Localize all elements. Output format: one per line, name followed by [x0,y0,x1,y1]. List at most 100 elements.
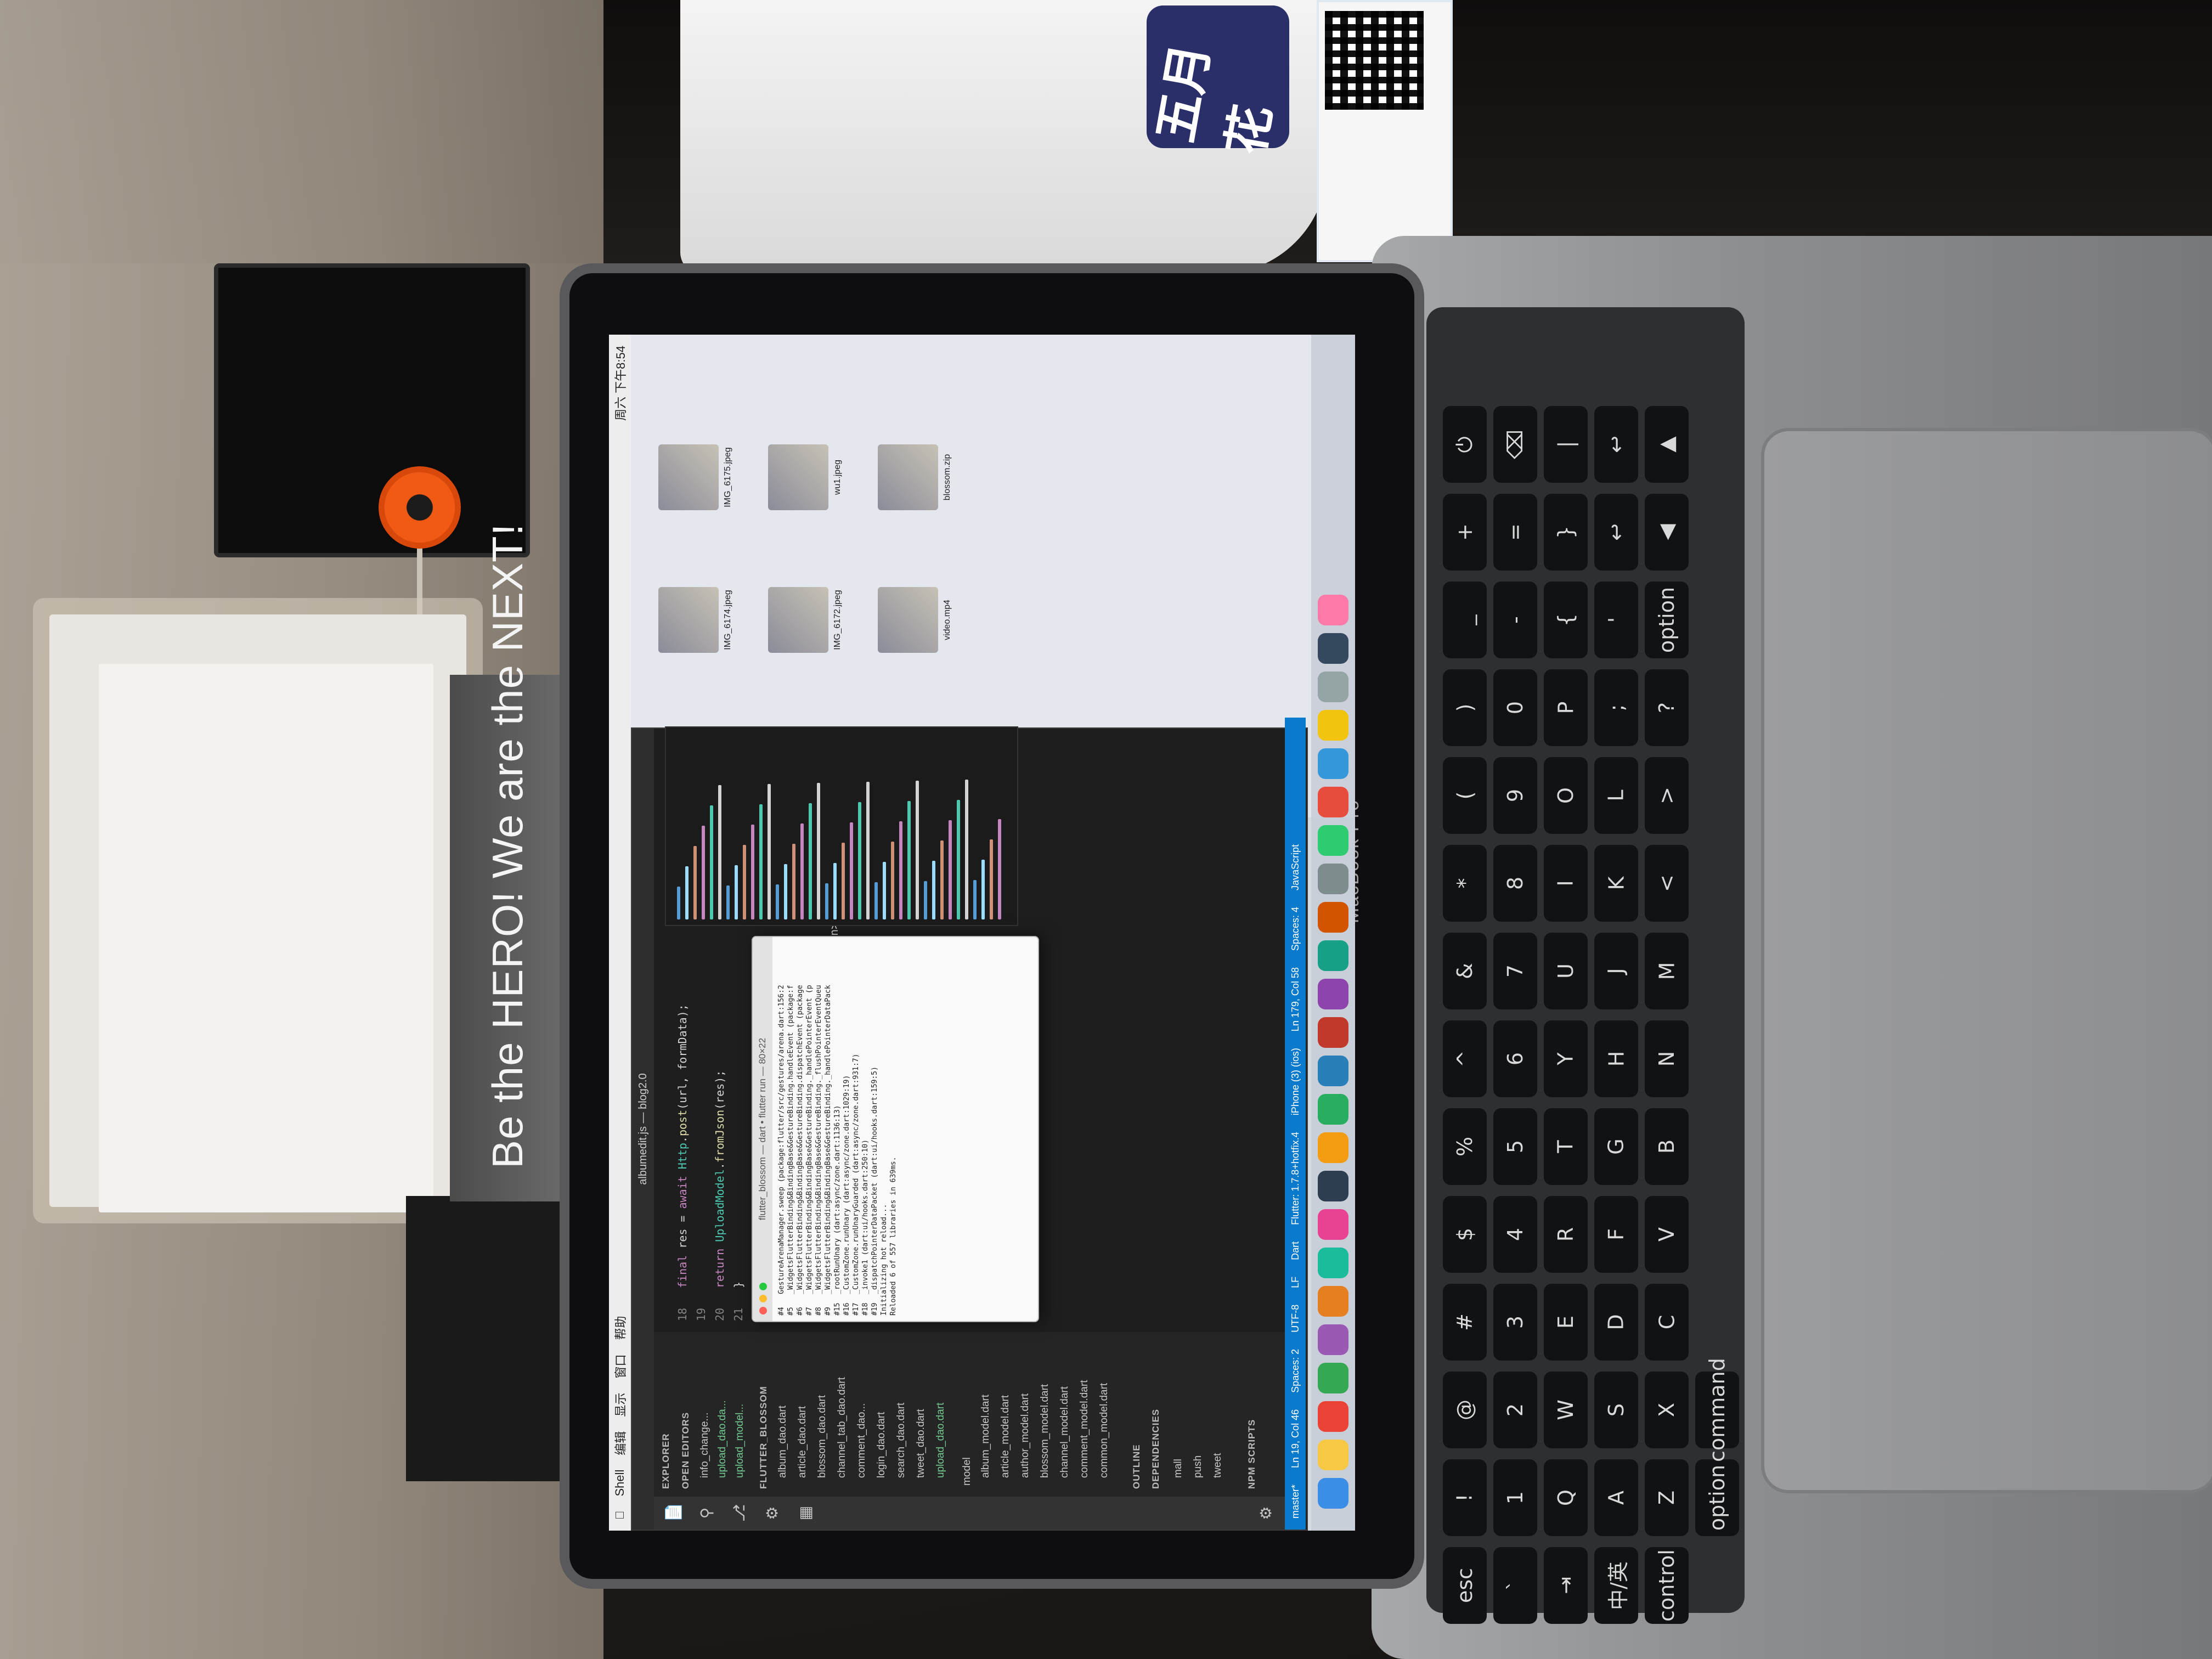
npm-script-item[interactable]: mall [1172,1459,1184,1478]
outline-section[interactable]: OUTLINE [1131,1444,1142,1489]
keyboard-key[interactable]: option [1695,1459,1739,1536]
app-icon[interactable] [1318,864,1348,894]
keyboard-key[interactable]: 5 [1493,1108,1537,1185]
file-thumbnail[interactable] [768,587,828,653]
app-icon[interactable] [1318,1171,1348,1201]
file-item[interactable]: comment_dao... [856,1403,868,1478]
npm-script-item[interactable]: tweet [1212,1453,1224,1478]
keyboard-key[interactable]: command [1695,1358,1739,1462]
keyboard-key[interactable]: < [1645,845,1689,922]
file-thumbnail[interactable] [768,444,828,510]
app-icon[interactable] [1318,1209,1348,1240]
keyboard-key[interactable]: ? [1645,669,1689,746]
open-editor-item[interactable]: upload_model... [734,1404,746,1478]
file-name[interactable]: IMG_6174.jpeg [723,579,733,661]
file-item[interactable]: upload_dao.dart [935,1403,947,1478]
keyboard-key[interactable]: 8 [1493,845,1537,922]
keyboard-key[interactable]: 3 [1493,1284,1537,1361]
app-icon[interactable] [1318,1286,1348,1317]
app-icon[interactable] [1318,787,1348,817]
keyboard-key[interactable]: P [1544,669,1588,746]
file-item[interactable]: channel_tab_dao.dart [836,1377,848,1478]
model-file-item[interactable]: comment_model.dart [1079,1380,1091,1478]
file-thumbnail[interactable] [658,587,719,653]
keyboard-key[interactable]: E [1544,1284,1588,1361]
indent-setting[interactable]: Spaces: 2 [1290,1349,1301,1393]
language-mode[interactable]: Dart [1290,1242,1301,1260]
menubar-clock[interactable]: 周六 下午8:54 [611,346,629,421]
keyboard-key[interactable]: ⇥ [1544,1547,1588,1624]
terminal-output[interactable]: #4 GestureArenaManager.sweep (package:fl… [777,943,1035,1316]
keyboard-key[interactable]: control [1645,1547,1689,1624]
file-name[interactable]: IMG_6172.jpeg [833,579,843,661]
app-icon[interactable] [1318,1440,1348,1470]
keyboard-key[interactable]: X [1645,1372,1689,1448]
open-editors-header[interactable]: OPEN EDITORS [680,1412,691,1489]
app-icon[interactable] [1318,1363,1348,1393]
keyboard-key[interactable]: C [1645,1284,1689,1361]
app-icon[interactable] [1318,1056,1348,1086]
menu-edit[interactable]: 编辑 [611,1431,629,1455]
menu-window[interactable]: 窗口 [611,1355,629,1379]
keyboard-key[interactable]: ) [1443,669,1487,746]
open-editor-item[interactable]: upload_dao.da... [716,1400,729,1478]
model-file-item[interactable]: author_model.dart [1019,1393,1031,1478]
app-icon[interactable] [1318,979,1348,1009]
keyboard-key[interactable]: $ [1443,1196,1487,1273]
keyboard-key[interactable]: } [1544,494,1588,571]
app-icon[interactable] [1318,1324,1348,1355]
project-header[interactable]: FLUTTER_BLOSSOM [758,1386,769,1489]
app-icon[interactable] [1318,595,1348,625]
app-icon[interactable] [1318,1401,1348,1432]
keyboard-key[interactable]: W [1544,1372,1588,1448]
file-item[interactable]: tweet_dao.dart [915,1409,927,1478]
keyboard-key[interactable]: - [1493,582,1537,658]
keyboard-key[interactable]: option [1645,582,1689,658]
keyboard-key[interactable]: R [1544,1196,1588,1273]
model-file-item[interactable]: common_model.dart [1098,1383,1110,1478]
keyboard-key[interactable]: H [1594,1020,1638,1097]
debug-icon[interactable]: ⚙ [764,1504,781,1522]
model-file-item[interactable]: blossom_model.dart [1039,1384,1051,1478]
search-icon[interactable]: ⚲ [698,1504,715,1522]
app-icon[interactable] [1318,672,1348,702]
keyboard-key[interactable]: Z [1645,1459,1689,1536]
language-mode-2[interactable]: JavaScript [1290,844,1301,890]
keyboard-key[interactable]: Q [1544,1459,1588,1536]
keyboard-key[interactable]: + [1443,494,1487,571]
keyboard-key[interactable]: 7 [1493,933,1537,1009]
app-icon[interactable] [1318,825,1348,856]
keyboard-key[interactable]: ` [1493,1547,1537,1624]
app-icon[interactable] [1318,1094,1348,1125]
device-selector[interactable]: iPhone (3) (ios) [1290,1048,1301,1115]
file-name[interactable]: IMG_6175.jpeg [723,436,733,518]
model-file-item[interactable]: album_model.dart [980,1395,992,1478]
keyboard-key[interactable]: I [1544,845,1588,922]
files-icon[interactable]: 📄 [665,1503,682,1522]
open-editor-item[interactable]: info_change... [699,1413,711,1478]
menu-help[interactable]: 帮助 [611,1316,629,1340]
keyboard-key[interactable]: % [1443,1108,1487,1185]
encoding[interactable]: UTF-8 [1290,1305,1301,1333]
close-icon[interactable] [759,1307,767,1314]
file-name[interactable]: blossom.zip [943,436,952,518]
keyboard-key[interactable]: 1 [1493,1459,1537,1536]
file-item[interactable]: article_dao.dart [797,1406,809,1478]
keyboard-key[interactable]: L [1594,757,1638,834]
file-thumbnail[interactable] [878,444,938,510]
keyboard-key[interactable]: Y [1544,1020,1588,1097]
line-ending[interactable]: LF [1290,1277,1301,1288]
file-thumbnail[interactable] [878,587,938,653]
keyboard-key[interactable]: U [1544,933,1588,1009]
keyboard-key[interactable]: esc [1443,1547,1487,1624]
keyboard-key[interactable]: @ [1443,1372,1487,1448]
cursor-position[interactable]: Ln 19, Col 46 [1290,1409,1301,1468]
keyboard-key[interactable]: 0 [1493,669,1537,746]
indent-setting-2[interactable]: Spaces: 4 [1290,907,1301,951]
keyboard-key[interactable]: & [1443,933,1487,1009]
keyboard-key[interactable]: ◀ [1645,494,1689,571]
keyboard-key[interactable]: J [1594,933,1638,1009]
apple-icon[interactable]:  [613,1511,627,1520]
keyboard-key[interactable]: A [1594,1459,1638,1536]
keyboard-key[interactable]: ↩ [1594,494,1638,571]
